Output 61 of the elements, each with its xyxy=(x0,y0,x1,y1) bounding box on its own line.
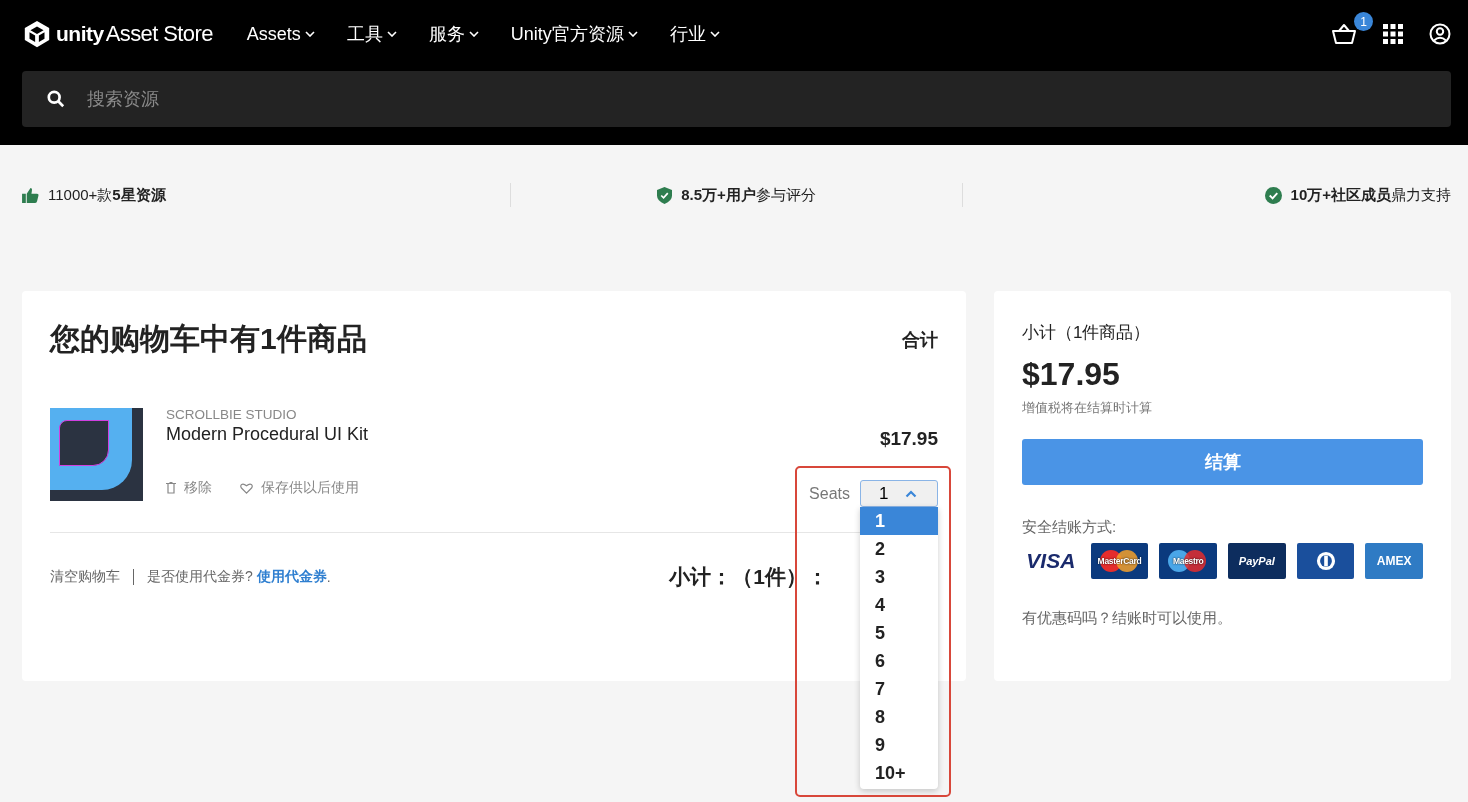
payment-logo: VISA xyxy=(1025,548,1077,574)
tax-note: 增值税将在结算时计算 xyxy=(1022,399,1153,417)
seats-option[interactable]: 1 xyxy=(860,507,938,535)
promo-note: 有优惠码吗？结账时可以使用。 xyxy=(1022,609,1233,628)
chevron-down-icon xyxy=(386,31,397,37)
cart-title: 您的购物车中有1件商品 xyxy=(50,321,367,357)
publisher-name[interactable]: SCROLLBIE STUDIO xyxy=(166,407,810,422)
product-name[interactable]: Modern Procedural UI Kit xyxy=(166,424,810,445)
chevron-icon xyxy=(905,489,917,498)
subtotal-label: 小计：（1件）： xyxy=(669,564,828,590)
user-account-icon[interactable] xyxy=(1429,23,1451,45)
search-icon xyxy=(47,90,65,108)
save-for-later-link[interactable]: 保存供以后使用 xyxy=(240,479,359,497)
subtotal-price: $17.95 xyxy=(1022,356,1121,393)
seats-option[interactable]: 3 xyxy=(860,563,938,591)
highlight-text: 8.5万+用户参与评分 xyxy=(681,185,816,205)
nav-menu[interactable]: 工具 xyxy=(346,22,397,46)
chevron-down-icon xyxy=(709,31,720,37)
item-price: $17.95 xyxy=(879,428,938,450)
remove-link[interactable]: 移除 xyxy=(166,479,212,497)
thumbs-up-icon xyxy=(22,187,39,203)
seats-option[interactable]: 6 xyxy=(860,647,938,675)
highlight-text: 10万+社区成员鼎力支持 xyxy=(1290,185,1451,205)
nav-menu[interactable]: 行业 xyxy=(669,22,720,46)
unity-asset-store-logo[interactable]: unityAsset Store xyxy=(22,19,213,49)
seats-option[interactable]: 10+ xyxy=(860,759,938,787)
seats-option[interactable]: 2 xyxy=(860,535,938,563)
payment-logo: AMEX xyxy=(1365,543,1424,579)
seats-option[interactable]: 5 xyxy=(860,619,938,647)
cube-logo-icon xyxy=(22,19,52,49)
total-heading: 合计 xyxy=(902,328,938,352)
coupon-question: 是否使用代金券? xyxy=(147,568,253,586)
coupon-period: . xyxy=(326,569,331,585)
seats-option[interactable]: 9 xyxy=(860,731,938,759)
search-field[interactable]: 搜索资源 xyxy=(22,71,1451,127)
nav-menu[interactable]: Assets xyxy=(246,22,315,46)
cart-count-badge: 1 xyxy=(1354,12,1373,31)
nav-menu[interactable]: Unity官方资源 xyxy=(510,22,638,46)
check-circle-icon xyxy=(1264,186,1282,204)
use-coupon-link[interactable]: 使用代金券 xyxy=(256,568,327,586)
chevron-down-icon xyxy=(304,31,315,37)
seats-option[interactable]: 8 xyxy=(860,703,938,731)
seats-option[interactable]: 7 xyxy=(860,675,938,703)
trash-icon xyxy=(166,482,176,494)
seats-option[interactable]: 4 xyxy=(860,591,938,619)
payment-logo: PayPal xyxy=(1228,543,1286,579)
basket-icon[interactable] xyxy=(1331,23,1357,45)
clear-cart-link[interactable]: 清空购物车 xyxy=(50,568,120,586)
nav-menu[interactable]: 服务 xyxy=(428,22,479,46)
card-logo-icon xyxy=(1296,543,1355,579)
product-thumbnail[interactable] xyxy=(50,408,143,501)
subtotal-heading: 小计（1件商品） xyxy=(1022,322,1152,344)
heart-icon xyxy=(240,482,253,494)
seats-label: Seats xyxy=(809,484,850,503)
apps-grid-icon[interactable] xyxy=(1383,24,1403,44)
chevron-down-icon xyxy=(627,31,638,37)
shield-check-icon xyxy=(657,186,673,204)
seats-dropdown[interactable]: 1 xyxy=(860,480,938,507)
payment-heading: 安全结账方式: xyxy=(1022,518,1118,537)
highlight-text: 11000+款5星资源 xyxy=(48,185,166,205)
chevron-down-icon xyxy=(468,31,479,37)
